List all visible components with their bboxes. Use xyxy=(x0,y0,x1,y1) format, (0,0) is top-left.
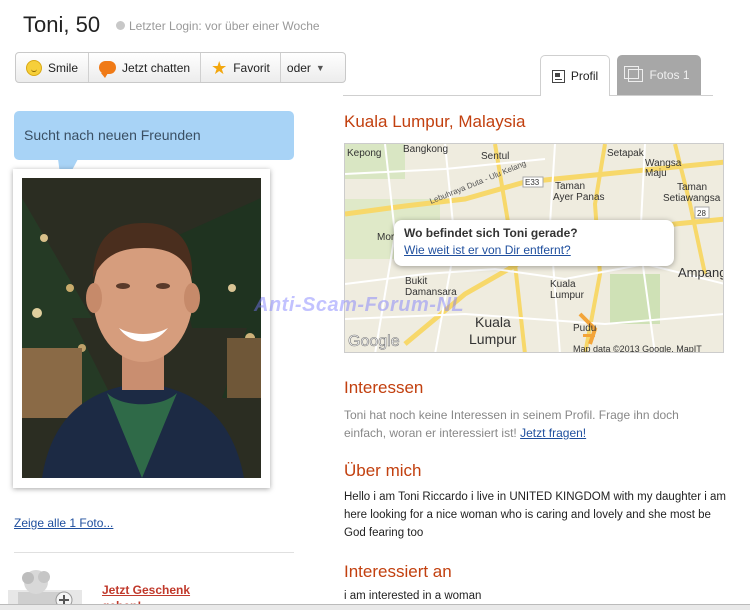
online-status-dot xyxy=(116,21,125,30)
svg-text:Mor: Mor xyxy=(377,232,395,243)
map-popup-question: Wo befindet sich Toni gerade? xyxy=(404,226,578,240)
chat-label: Jetzt chatten xyxy=(122,60,191,75)
svg-text:Setiawangsa: Setiawangsa xyxy=(663,193,721,204)
chevron-down-icon: ▼ xyxy=(315,62,325,73)
about-heading: Über mich xyxy=(344,461,422,480)
last-login-text: Letzter Login: vor über einer Woche xyxy=(129,19,320,33)
svg-text:E33: E33 xyxy=(525,178,540,187)
profile-photo[interactable] xyxy=(22,178,261,478)
watermark: Anti-Scam-Forum-NL xyxy=(254,294,465,316)
about-text: Hello i am Toni Riccardo i live in UNITE… xyxy=(344,491,726,539)
tab-profile[interactable]: Profil xyxy=(540,55,610,96)
svg-text:Ayer Panas: Ayer Panas xyxy=(553,192,605,203)
svg-text:Google: Google xyxy=(348,333,400,350)
interests-text: Toni hat noch keine Interessen in seinem… xyxy=(344,406,724,442)
distance-link[interactable]: Wie weit ist er von Dir entfernt? xyxy=(404,243,664,257)
tab-baseline xyxy=(343,95,713,96)
favorite-label: Favorit xyxy=(233,60,270,75)
window-bottom-bar xyxy=(0,604,750,610)
chat-button[interactable]: Jetzt chatten xyxy=(89,53,202,82)
svg-text:Kuala: Kuala xyxy=(550,279,576,290)
svg-text:Pudu: Pudu xyxy=(573,323,596,334)
left-divider xyxy=(14,552,294,553)
show-all-photos-link[interactable]: Zeige alle 1 Foto... xyxy=(14,516,113,530)
svg-text:Lumpur: Lumpur xyxy=(550,290,585,301)
interested-in-text: i am interested in a woman xyxy=(344,590,482,602)
smile-label: Smile xyxy=(48,60,79,75)
svg-text:Taman: Taman xyxy=(555,181,585,192)
svg-text:Taman: Taman xyxy=(677,182,707,193)
status-text: Sucht nach neuen Freunden xyxy=(24,127,201,143)
svg-text:Bukit: Bukit xyxy=(405,276,427,287)
action-bar: Smile Jetzt chatten ★ Favorit oder ▼ xyxy=(15,52,346,83)
gift-link-line1: Jetzt Geschenk xyxy=(102,583,191,597)
svg-text:Bangkong: Bangkong xyxy=(403,144,448,155)
star-icon: ★ xyxy=(211,57,228,78)
svg-text:Lumpur: Lumpur xyxy=(469,331,517,347)
svg-text:Map data ©2013 Google, MapIT: Map data ©2013 Google, MapIT xyxy=(573,344,702,353)
tab-profile-label: Profil xyxy=(570,69,599,83)
map-info-popup: Wo befindet sich Toni gerade? Wie weit i… xyxy=(394,220,674,266)
more-label: oder xyxy=(286,60,311,75)
tab-photos-label: Fotos 1 xyxy=(649,68,690,82)
ask-now-link[interactable]: Jetzt fragen! xyxy=(520,426,586,440)
interested-in-heading: Interessiert an xyxy=(344,562,452,581)
profile-doc-icon xyxy=(551,69,565,83)
svg-text:Maju: Maju xyxy=(645,168,667,179)
svg-text:28: 28 xyxy=(697,209,706,218)
interests-body: Toni hat noch keine Interessen in seinem… xyxy=(344,408,679,440)
tab-photos[interactable]: Fotos 1 xyxy=(617,55,701,95)
location-heading: Kuala Lumpur, Malaysia xyxy=(344,112,526,131)
smiley-icon xyxy=(26,59,42,76)
photos-icon xyxy=(624,65,644,82)
svg-text:Kuala: Kuala xyxy=(475,314,511,330)
smile-button[interactable]: Smile xyxy=(16,53,90,82)
interests-heading: Interessen xyxy=(344,378,424,397)
svg-text:Kepong: Kepong xyxy=(347,148,381,159)
chat-bubble-icon xyxy=(99,61,117,78)
favorite-button[interactable]: ★ Favorit xyxy=(201,53,281,82)
status-speech-bubble: Sucht nach neuen Freunden xyxy=(14,111,294,160)
svg-text:Ampang: Ampang xyxy=(678,265,724,280)
profile-photo-illustration xyxy=(22,178,261,478)
svg-text:Setapak: Setapak xyxy=(607,148,645,159)
profile-name-age: Toni, 50 xyxy=(23,12,101,37)
more-dropdown[interactable]: oder ▼ xyxy=(281,53,331,82)
svg-text:Sentul: Sentul xyxy=(481,151,509,162)
